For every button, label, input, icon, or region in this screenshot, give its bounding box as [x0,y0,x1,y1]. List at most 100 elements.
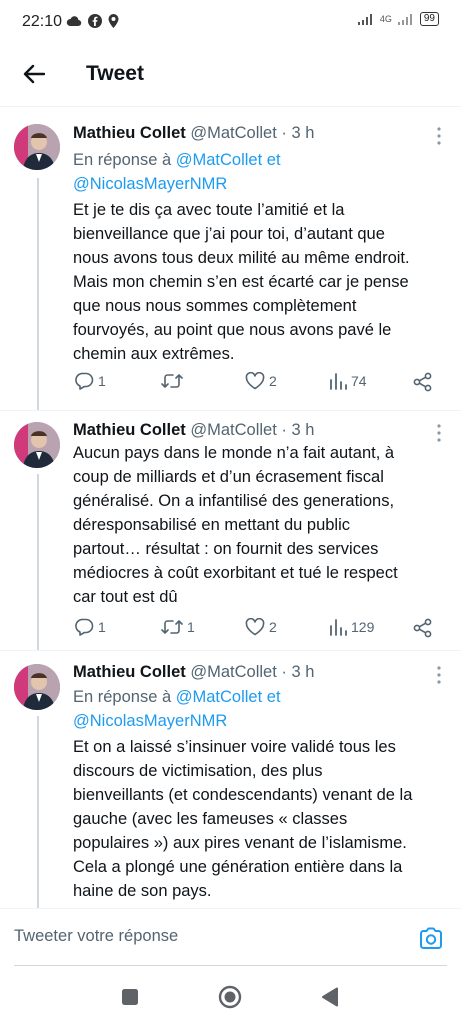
tweet-time: · 3 h [281,663,315,681]
analytics-icon [330,619,347,636]
home-button[interactable] [218,985,242,1009]
tweet-header: Mathieu Collet @MatCollet · 3 h [73,124,314,143]
status-notification-icons [66,14,119,28]
circle-icon [218,985,242,1009]
like-count: 2 [269,619,277,635]
battery-level: 99 [419,12,439,26]
camera-icon[interactable] [417,925,445,953]
square-icon [122,989,138,1005]
share-button[interactable] [413,372,433,392]
avatar-image [14,124,60,170]
retweet-icon [161,620,183,634]
back-button[interactable] [18,58,50,90]
mention-link[interactable]: @NicolasMayerNMR [73,175,227,193]
reply-composer [0,908,461,970]
tweet-text-line: généralisé. On a infantilisé des generat… [73,492,395,510]
tweet-text-line: car tout est dû [73,588,178,606]
reply-button[interactable]: 1 [75,372,106,390]
tweet-text-line: coup de milliards et d’un écrasement fis… [73,468,384,486]
author-name[interactable]: Mathieu Collet [73,663,186,681]
tweet[interactable]: Mathieu Collet @MatCollet · 3 h Aucun pa… [0,411,461,651]
tweet-text: Et je te dis ça avec toute l’amitié et l… [73,198,451,366]
reply-context: En réponse à @MatCollet et @NicolasMayer… [73,685,281,733]
tweet-text-line: déresponsabilisé en mettant du public [73,516,351,534]
reply-button[interactable]: 1 [75,618,106,636]
tweet[interactable]: Mathieu Collet @MatCollet · 3 h En répon… [0,110,461,410]
reply-context: En réponse à @MatCollet et @NicolasMayer… [73,148,281,196]
tweet-text-line: médiocres à coût exorbitant et tué le re… [73,564,398,582]
author-handle[interactable]: @MatCollet [190,124,276,142]
tweet-time: · 3 h [281,421,315,439]
wifi-signal-icon [357,14,372,25]
status-system-icons: 4G 99 [357,12,439,26]
page-title: Tweet [86,62,144,85]
status-time: 22:10 [22,13,63,30]
retweet-count: 1 [187,619,195,635]
avatar[interactable] [14,422,60,468]
header-divider [0,106,461,107]
analytics-icon [330,373,347,390]
tweet[interactable]: Mathieu Collet @MatCollet · 3 h En répon… [0,651,461,908]
tweet-header: Mathieu Collet @MatCollet · 3 h [73,663,314,682]
like-button[interactable]: 2 [245,372,277,390]
tweet-text-line: Et je te dis ça avec toute l’amitié et l… [73,201,345,219]
avatar-image [14,422,60,468]
tweet-text-line: discours de victimisation, des plus [73,762,323,780]
avatar[interactable] [14,124,60,170]
recents-button[interactable] [118,985,142,1009]
more-vertical-icon[interactable] [435,126,443,146]
like-count: 2 [269,373,277,389]
mention-link[interactable]: @MatCollet [176,151,262,169]
author-handle[interactable]: @MatCollet [190,421,276,439]
cloud-icon [66,16,82,27]
share-icon [413,372,432,392]
author-name[interactable]: Mathieu Collet [73,421,186,439]
mention-link[interactable]: @NicolasMayerNMR [73,712,227,730]
reply-and: et [262,688,281,706]
views-count: 74 [351,373,367,389]
tweet-text-line: chemin aux extrêmes. [73,345,235,363]
share-button[interactable] [413,618,433,638]
tweet-text-line: populaires ») aux pires venant de l’isla… [73,834,407,852]
like-button[interactable]: 2 [245,618,277,636]
location-icon [108,14,119,28]
views-count: 129 [351,619,375,635]
reply-and: et [262,151,281,169]
author-name[interactable]: Mathieu Collet [73,124,186,142]
tweet-text: Aucun pays dans le monde n’a fait autant… [73,441,451,609]
tweet-text-line: que nous nous sommes complètement [73,297,357,315]
retweet-icon [161,374,183,388]
heart-icon [245,618,265,636]
reply-count: 1 [98,619,106,635]
triangle-back-icon [322,987,338,1007]
tweet-time: · 3 h [281,124,315,142]
status-bar: 22:10 4G 99 [0,0,461,46]
tweet-text-line: Cela a plongé une génération entière dan… [73,858,403,876]
tweet-text-line: partout… résultat : on fournit des servi… [73,540,379,558]
views-button[interactable]: 74 [329,372,367,390]
reply-input[interactable] [14,927,394,946]
more-vertical-icon[interactable] [435,665,443,685]
input-underline [14,965,447,966]
reply-prefix: En réponse à [73,688,176,706]
system-back-button[interactable] [318,985,342,1009]
more-vertical-icon[interactable] [435,423,443,443]
tweet-text-line: Mais mon chemin s’en est écarté car je p… [73,273,409,291]
cell-signal-icon [397,14,412,25]
retweet-button[interactable]: 1 [161,618,195,636]
system-nav-bar [0,970,461,1024]
comment-icon [75,372,94,390]
reply-prefix: En réponse à [73,151,176,169]
avatar[interactable] [14,664,60,710]
views-button[interactable]: 129 [329,618,374,636]
tweet-text-line: bienveillance que j’ai pour toi, d’autan… [73,225,385,243]
arrow-left-icon [23,64,45,84]
tweet-actions: 1 2 74 [73,372,443,396]
reply-count: 1 [98,373,106,389]
tweet-text-line: nous avons tous deux milité au même endr… [73,249,410,267]
author-handle[interactable]: @MatCollet [190,663,276,681]
retweet-button[interactable] [161,372,187,390]
mention-link[interactable]: @MatCollet [176,688,262,706]
tweet-actions: 1 1 2 129 [73,618,443,642]
network-type: 4G [379,14,392,24]
